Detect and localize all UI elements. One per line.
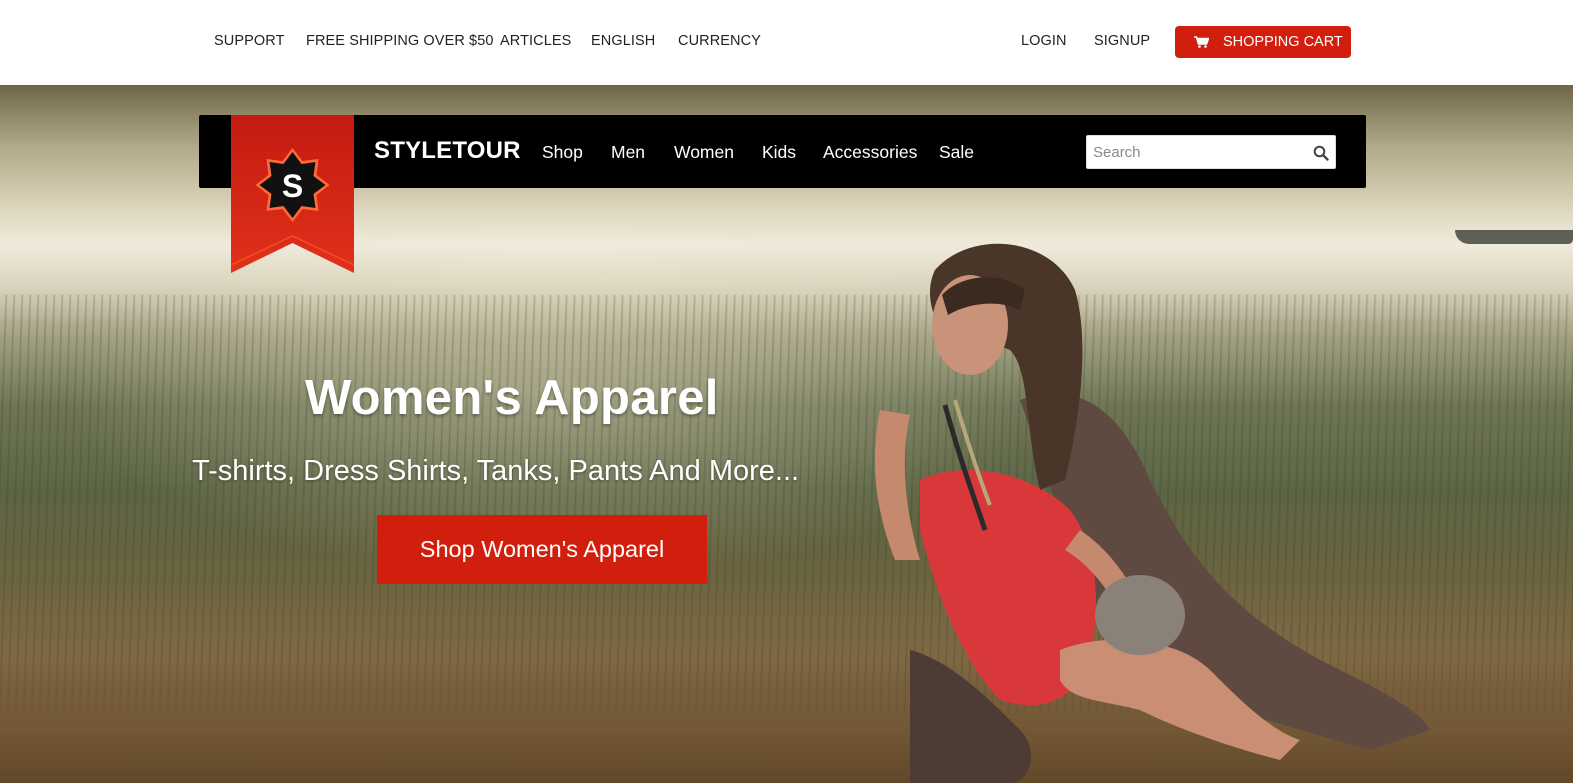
nav-item-accessories[interactable]: Accessories: [823, 142, 917, 163]
shopping-cart-label: SHOPPING CART: [1223, 34, 1343, 50]
shopping-cart-icon: [1194, 36, 1209, 48]
articles-link[interactable]: ARTICLES: [500, 33, 571, 49]
search-input[interactable]: [1087, 136, 1307, 168]
nav-item-sale[interactable]: Sale: [939, 142, 974, 163]
currency-selector[interactable]: CURRENCY: [678, 33, 761, 49]
brand-name[interactable]: STYLETOUR: [374, 137, 521, 165]
search-box: [1086, 135, 1336, 169]
search-icon[interactable]: [1313, 145, 1329, 161]
login-link[interactable]: LOGIN: [1021, 33, 1067, 49]
brand-logo-letter: S: [282, 168, 303, 204]
nav-item-shop[interactable]: Shop: [542, 142, 583, 163]
hero-boat: [1455, 230, 1573, 244]
language-selector[interactable]: ENGLISH: [591, 33, 655, 49]
brand-logo-ribbon[interactable]: S: [231, 115, 354, 277]
free-shipping-link[interactable]: FREE SHIPPING OVER $50: [306, 33, 494, 49]
nav-item-men[interactable]: Men: [611, 142, 645, 163]
hero-model-image: [875, 243, 1430, 783]
hero-title: Women's Apparel: [305, 371, 719, 425]
utility-bar: SUPPORT FREE SHIPPING OVER $50 ARTICLES …: [0, 0, 1573, 85]
nav-item-women[interactable]: Women: [674, 142, 734, 163]
shop-womens-apparel-button[interactable]: Shop Women's Apparel: [377, 515, 707, 584]
signup-link[interactable]: SIGNUP: [1094, 33, 1150, 49]
support-link[interactable]: SUPPORT: [214, 33, 285, 49]
shopping-cart-button[interactable]: SHOPPING CART: [1175, 26, 1351, 58]
nav-item-kids[interactable]: Kids: [762, 142, 796, 163]
hero-subtitle: T-shirts, Dress Shirts, Tanks, Pants And…: [192, 455, 800, 487]
